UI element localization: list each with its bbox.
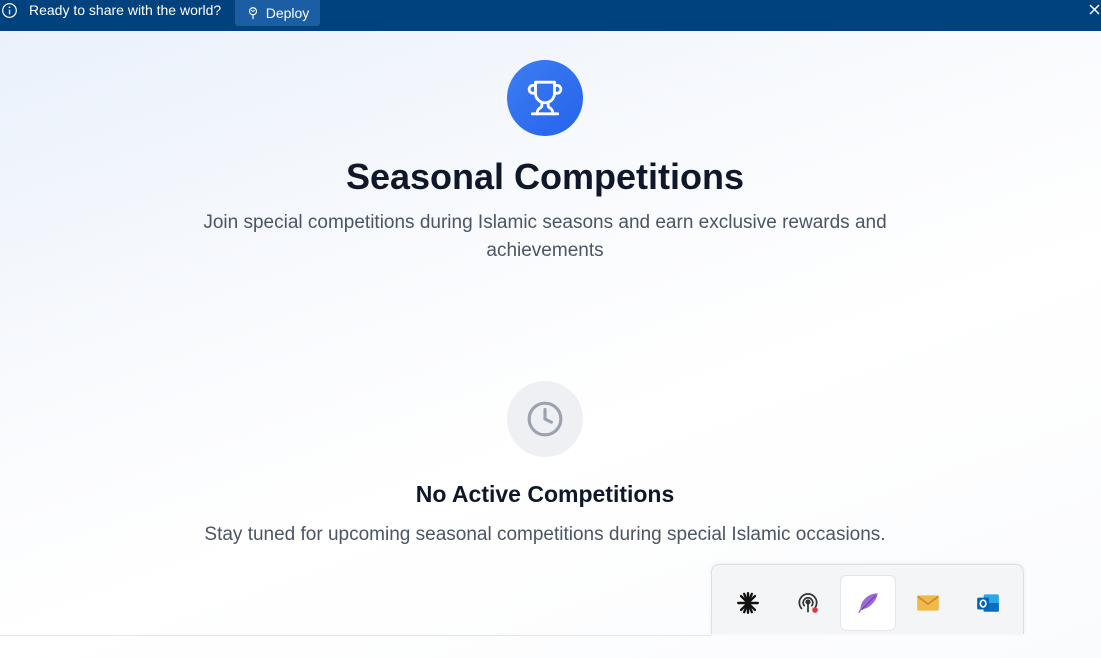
taskbar-item-mail[interactable] (900, 575, 956, 631)
section-divider (0, 635, 712, 636)
feather-app-icon (858, 593, 878, 614)
info-icon (2, 3, 17, 18)
podcast-app-icon (798, 593, 818, 613)
taskbar-item-asterisk[interactable] (720, 575, 776, 631)
page-subtitle: Join special competitions during Islamic… (203, 212, 887, 261)
asterisk-app-icon (737, 592, 759, 614)
outlook-app-icon (977, 594, 999, 612)
taskbar-item-feather[interactable] (840, 575, 896, 631)
taskbar-item-podcast[interactable] (780, 575, 836, 631)
trophy-icon (527, 80, 563, 116)
taskbar-item-outlook[interactable] (960, 575, 1016, 631)
banner-message: Ready to share with the world? (29, 2, 222, 18)
deploy-label: Deploy (265, 5, 310, 21)
hero-badge (507, 60, 583, 136)
empty-state-badge (507, 381, 583, 457)
taskbar-dock (711, 564, 1024, 634)
deploy-button[interactable]: Deploy (235, 0, 320, 26)
page-title: Seasonal Competitions (345, 156, 745, 197)
empty-state-title: No Active Competitions (415, 481, 675, 507)
empty-state-message: Stay tuned for upcoming seasonal competi… (204, 524, 886, 545)
deploy-banner: Ready to share with the world? Deploy (0, 0, 1101, 31)
mail-app-icon (917, 595, 939, 611)
close-icon[interactable] (1087, 1, 1101, 17)
clock-icon (527, 401, 563, 437)
deploy-icon (248, 7, 257, 20)
